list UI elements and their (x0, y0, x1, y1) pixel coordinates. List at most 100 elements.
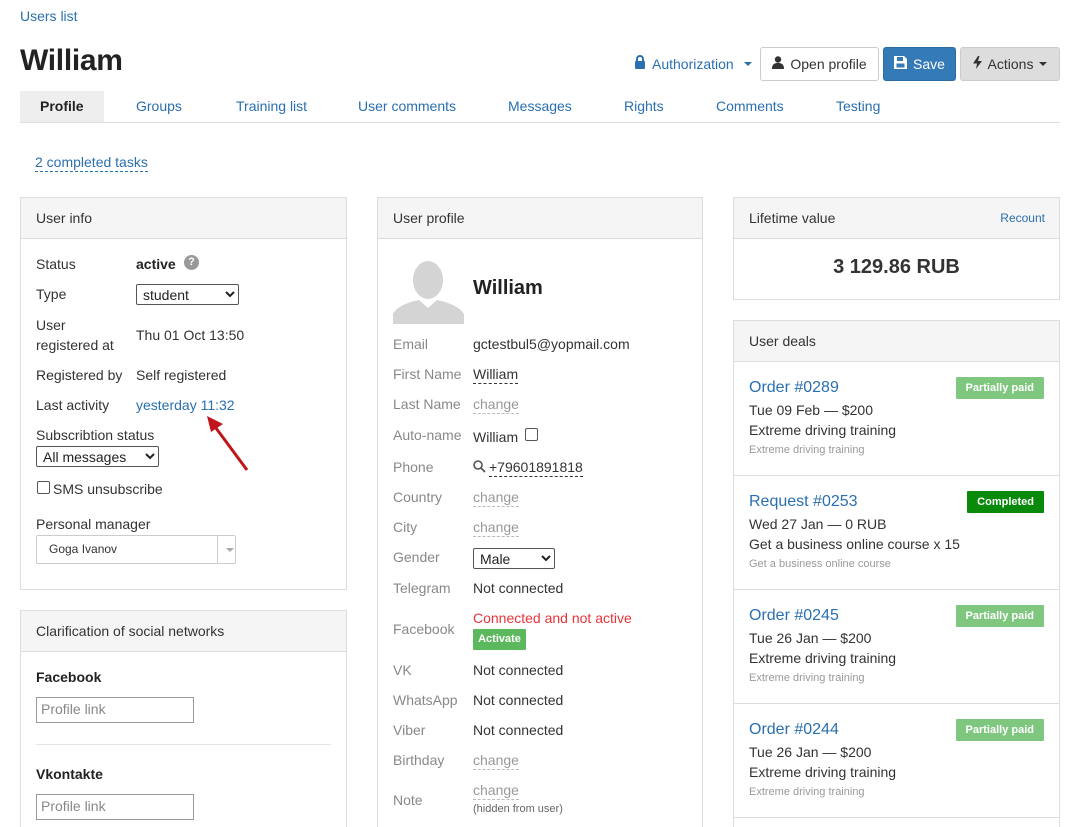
tab-testing[interactable]: Testing (836, 91, 880, 122)
status-badge: Partially paid (955, 719, 1044, 741)
deal-item: Order #0245 Partially paid Tue 26 Jan — … (734, 590, 1059, 704)
first-name-label: First Name (393, 366, 462, 382)
deal-title-link[interactable]: Order #0245 (749, 607, 839, 625)
registered-by-value: Self registered (136, 367, 227, 383)
tab-profile[interactable]: Profile (20, 91, 104, 122)
social-networks-title: Clarification of social networks (21, 611, 346, 652)
subscription-label: Subscribtion status (36, 427, 155, 443)
lifetime-value-amount: 3 129.86 RUB (833, 256, 960, 278)
breadcrumb-users-list[interactable]: Users list (20, 8, 78, 24)
whatsapp-value: Not connected (473, 692, 564, 708)
telegram-label: Telegram (393, 580, 451, 596)
gender-select[interactable]: Male (473, 548, 555, 569)
caret-down-icon (743, 61, 752, 66)
help-icon[interactable]: ? (184, 255, 199, 270)
registered-at-value: Thu 01 Oct 13:50 (136, 327, 245, 343)
lifetime-value-label: Lifetime value (749, 210, 836, 226)
type-select[interactable]: student (136, 284, 239, 305)
email-label: Email (393, 336, 429, 352)
lock-icon (634, 55, 646, 72)
actions-dropdown-button[interactable]: Actions (960, 47, 1060, 81)
vkontakte-profile-input[interactable]: Profile link (36, 794, 194, 820)
note-label: Note (393, 792, 423, 808)
deal-product: Get a business online course x 15 (749, 536, 960, 552)
facebook-label: Facebook (393, 621, 455, 637)
user-deals-title: User deals (734, 321, 1059, 362)
save-button[interactable]: Save (883, 47, 956, 81)
country-change[interactable]: change (473, 489, 519, 507)
profile-tabs: Profile Groups Training list User commen… (20, 91, 1060, 123)
user-info-panel: User info Status active ? Type student U… (20, 197, 347, 590)
personal-manager-select[interactable]: Goga Ivanov (36, 535, 236, 564)
sms-unsubscribe-checkbox[interactable] (37, 481, 50, 494)
tab-training-list[interactable]: Training list (236, 91, 307, 122)
tab-messages[interactable]: Messages (508, 91, 572, 122)
gender-label: Gender (393, 549, 440, 565)
lifetime-value-title: Lifetime value Recount (734, 198, 1059, 239)
floppy-disk-icon (894, 56, 908, 72)
deal-title-link[interactable]: Order #0289 (749, 379, 839, 397)
deal-product: Extreme driving training (749, 422, 897, 438)
registered-at-label-2: registered at (36, 337, 114, 353)
facebook-profile-input[interactable]: Profile link (36, 697, 194, 723)
activate-button[interactable]: Activate (473, 629, 526, 650)
registered-by-label: Registered by (36, 367, 123, 383)
last-activity-link[interactable]: yesterday 11:32 (136, 397, 235, 413)
facebook-value: Connected and not active (473, 610, 632, 626)
status-badge: Partially paid (955, 377, 1044, 399)
note-change[interactable]: change (473, 782, 519, 800)
registered-at-label-1: User (36, 317, 66, 333)
autoname-checkbox[interactable] (525, 428, 538, 441)
phone-value[interactable]: +79601891818 (489, 459, 583, 477)
tab-user-comments[interactable]: User comments (358, 91, 456, 122)
type-label: Type (36, 286, 67, 302)
status-label: Status (36, 256, 76, 272)
country-label: Country (393, 489, 443, 505)
subscription-select[interactable]: All messages (36, 446, 159, 467)
birthday-change[interactable]: change (473, 752, 519, 770)
user-icon (772, 56, 785, 72)
last-name-change[interactable]: change (473, 396, 519, 414)
open-profile-button[interactable]: Open profile (760, 47, 879, 81)
email-value: gctestbul5@yopmail.com (473, 336, 630, 352)
lifetime-value-panel: Lifetime value Recount 3 129.86 RUB (733, 197, 1060, 300)
tab-rights[interactable]: Rights (624, 91, 664, 122)
caret-down-icon (1039, 62, 1048, 66)
last-activity-label: Last activity (36, 397, 110, 413)
save-label: Save (913, 56, 945, 72)
deal-subtitle: Extreme driving training (749, 672, 865, 684)
first-name-value[interactable]: William (473, 366, 519, 384)
note-hint: (hidden from user) (473, 803, 563, 815)
phone-label: Phone (393, 459, 434, 475)
social-networks-panel: Clarification of social networks Faceboo… (20, 610, 347, 827)
search-icon[interactable] (473, 460, 486, 476)
recount-link[interactable]: Recount (1000, 198, 1045, 238)
tab-groups[interactable]: Groups (136, 91, 182, 122)
divider (36, 744, 331, 745)
completed-tasks-link[interactable]: 2 completed tasks (35, 153, 148, 172)
authorization-dropdown[interactable]: Authorization (634, 55, 752, 72)
select-divider (217, 536, 218, 563)
tab-comments[interactable]: Comments (716, 91, 784, 122)
deal-product: Extreme driving training (749, 650, 897, 666)
deal-subtitle: Get a business online course (749, 558, 891, 570)
actions-label: Actions (987, 56, 1034, 72)
city-label: City (393, 519, 418, 535)
deal-item: Order #0289 Partially paid Tue 09 Feb — … (734, 362, 1059, 476)
deal-date-amount: Wed 27 Jan — 0 RUB (749, 516, 887, 532)
status-value: active (136, 256, 176, 272)
facebook-heading: Facebook (36, 669, 102, 685)
city-change[interactable]: change (473, 519, 519, 537)
whatsapp-label: WhatsApp (393, 692, 458, 708)
status-badge: Partially paid (955, 605, 1044, 627)
deal-product: Extreme driving training (749, 764, 897, 780)
deal-title-link[interactable]: Request #0253 (749, 493, 858, 511)
vk-label: VK (393, 662, 412, 678)
deal-title-link[interactable]: Order #0244 (749, 721, 839, 739)
user-profile-panel: User profile William Email gctestbul5@yo… (377, 197, 703, 827)
status-badge: Completed (967, 491, 1044, 513)
deal-date-amount: Tue 26 Jan — $200 (749, 630, 872, 646)
deal-date-amount: Tue 26 Jan — $200 (749, 744, 872, 760)
last-name-label: Last Name (393, 396, 461, 412)
open-profile-label: Open profile (790, 56, 867, 72)
